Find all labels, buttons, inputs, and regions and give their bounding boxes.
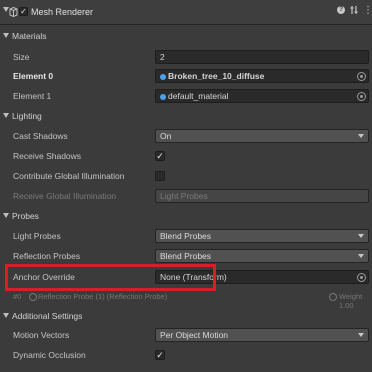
additional-settings-section-header[interactable]: Additional Settings	[0, 310, 372, 322]
section-label: Probes	[12, 211, 39, 221]
probe-name: Reflection Probe (1) (Reflection Probe)	[38, 292, 168, 301]
size-label: Size	[13, 52, 30, 62]
element0-label: Element 0	[13, 71, 54, 81]
dynamic-occlusion-label: Dynamic Occlusion	[13, 350, 86, 360]
motion-vectors-value: Per Object Motion	[160, 330, 229, 340]
element0-row: Element 0 Broken_tree_10_diffuse	[0, 69, 372, 83]
section-label: Lighting	[12, 111, 42, 121]
highlight-annotation	[5, 264, 216, 291]
element1-field[interactable]: default_material	[155, 89, 369, 103]
size-row: Size 2	[0, 50, 372, 64]
dynamic-occlusion-row: Dynamic Occlusion ✓	[0, 348, 372, 362]
materials-section-header[interactable]: Materials	[0, 30, 372, 42]
section-label: Materials	[12, 31, 47, 41]
motion-vectors-row: Motion Vectors Per Object Motion	[0, 328, 372, 342]
expand-triangle-icon	[3, 213, 9, 218]
expand-triangle-icon	[3, 33, 9, 38]
chevron-down-icon	[358, 254, 364, 258]
probe-info-row: #0 Reflection Probe (1) (Reflection Prob…	[0, 291, 372, 310]
receive-gi-value: Light Probes	[160, 191, 208, 201]
motion-vectors-label: Motion Vectors	[13, 330, 70, 340]
reflection-probes-row: Reflection Probes Blend Probes	[0, 249, 372, 263]
receive-shadows-checkbox[interactable]: ✓	[155, 151, 165, 161]
element1-value: default_material	[168, 91, 229, 101]
cast-shadows-value: On	[160, 131, 172, 141]
element0-value: Broken_tree_10_diffuse	[168, 71, 265, 81]
component-header: ✓ Mesh Renderer ? ⋮	[0, 0, 372, 25]
chevron-down-icon	[358, 134, 364, 138]
contribute-gi-label: Contribute Global Illumination	[13, 171, 125, 181]
probes-section-header[interactable]: Probes	[0, 210, 372, 222]
receive-gi-dropdown: Light Probes	[155, 189, 369, 203]
element1-row: Element 1 default_material	[0, 89, 372, 103]
dynamic-occlusion-checkbox[interactable]: ✓	[155, 350, 165, 360]
light-probes-row: Light Probes Blend Probes	[0, 229, 372, 243]
enabled-checkbox[interactable]: ✓	[19, 7, 28, 16]
cast-shadows-row: Cast Shadows On	[0, 129, 372, 143]
receive-shadows-row: Receive Shadows ✓	[0, 149, 372, 163]
help-icon[interactable]: ?	[337, 6, 345, 14]
light-probes-value: Blend Probes	[160, 231, 212, 241]
chevron-down-icon	[358, 333, 364, 337]
receive-gi-row: Receive Global Illumination Light Probes	[0, 189, 372, 203]
section-label: Additional Settings	[12, 311, 83, 321]
reflection-probes-value: Blend Probes	[160, 251, 212, 261]
probe-index: #0	[13, 292, 22, 301]
reflection-probes-label: Reflection Probes	[13, 251, 81, 261]
size-field[interactable]: 2	[155, 50, 369, 64]
component-title: Mesh Renderer	[31, 7, 94, 17]
light-probes-dropdown[interactable]: Blend Probes	[155, 229, 369, 243]
lighting-section-header[interactable]: Lighting	[0, 110, 372, 122]
menu-icon[interactable]: ⋮	[363, 5, 372, 16]
reflection-probe-icon	[329, 293, 337, 301]
receive-gi-label: Receive Global Illumination	[13, 191, 116, 201]
presets-icon[interactable]	[350, 5, 358, 17]
expand-triangle-icon	[3, 313, 9, 318]
element1-label: Element 1	[13, 91, 52, 101]
cast-shadows-dropdown[interactable]: On	[155, 129, 369, 143]
reflection-probe-icon	[29, 293, 37, 301]
chevron-down-icon	[358, 234, 364, 238]
contribute-gi-row: Contribute Global Illumination	[0, 169, 372, 183]
object-picker-icon[interactable]	[357, 92, 366, 101]
reflection-probes-dropdown[interactable]: Blend Probes	[155, 249, 369, 263]
cast-shadows-label: Cast Shadows	[13, 131, 68, 141]
material-icon	[160, 94, 166, 100]
receive-shadows-label: Receive Shadows	[13, 151, 82, 161]
object-picker-icon[interactable]	[357, 72, 366, 81]
mesh-renderer-icon	[9, 6, 18, 19]
element0-field[interactable]: Broken_tree_10_diffuse	[155, 69, 369, 83]
contribute-gi-checkbox[interactable]	[155, 171, 165, 181]
motion-vectors-dropdown[interactable]: Per Object Motion	[155, 328, 369, 342]
object-picker-icon[interactable]	[357, 273, 366, 282]
expand-triangle-icon	[3, 113, 9, 118]
material-icon	[160, 74, 166, 80]
probe-weight: Weight 1.00	[339, 292, 363, 310]
light-probes-label: Light Probes	[13, 231, 61, 241]
